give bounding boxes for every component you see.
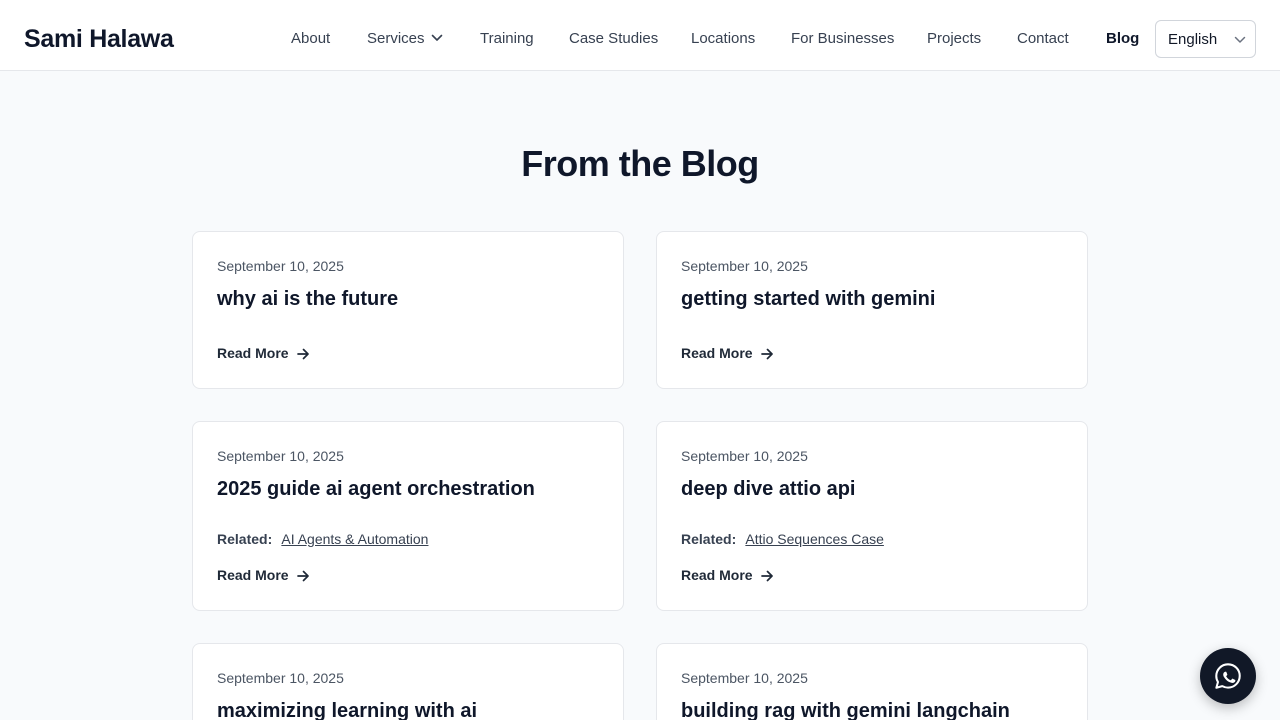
whatsapp-button[interactable]: [1200, 648, 1256, 704]
read-more-label: Read More: [217, 345, 289, 361]
read-more-link[interactable]: Read More: [681, 345, 774, 362]
arrow-right-icon: [296, 348, 309, 359]
related-row: Related: AI Agents & Automation: [217, 531, 428, 548]
blog-card: September 10, 2025 getting started with …: [656, 231, 1088, 389]
arrow-right-icon: [760, 348, 773, 359]
site-header: Sami Halawa About Services Training Case…: [0, 0, 1280, 71]
arrow-right-icon: [760, 570, 773, 581]
blog-card: September 10, 2025 deep dive attio api R…: [656, 421, 1088, 611]
related-row: Related: Attio Sequences Case: [681, 531, 884, 548]
arrow-right-icon: [296, 570, 309, 581]
post-date: September 10, 2025: [217, 448, 344, 464]
post-title[interactable]: getting started with gemini: [681, 287, 935, 311]
blog-card: September 10, 2025 2025 guide ai agent o…: [192, 421, 624, 611]
post-date: September 10, 2025: [217, 258, 344, 274]
nav-about[interactable]: About: [291, 30, 330, 48]
language-select[interactable]: English: [1155, 20, 1256, 58]
chevron-down-icon[interactable]: [431, 34, 443, 42]
read-more-label: Read More: [217, 567, 289, 583]
nav-blog[interactable]: Blog: [1106, 30, 1139, 48]
related-link[interactable]: AI Agents & Automation: [281, 531, 428, 547]
post-title[interactable]: 2025 guide ai agent orchestration: [217, 477, 535, 501]
read-more-link[interactable]: Read More: [681, 567, 774, 584]
nav-for-businesses[interactable]: For Businesses: [791, 30, 894, 48]
post-title[interactable]: why ai is the future: [217, 287, 398, 311]
language-select-value: English: [1168, 31, 1218, 48]
post-date: September 10, 2025: [217, 670, 344, 686]
post-date: September 10, 2025: [681, 448, 808, 464]
read-more-label: Read More: [681, 567, 753, 583]
blog-card: September 10, 2025 why ai is the future …: [192, 231, 624, 389]
read-more-label: Read More: [681, 345, 753, 361]
post-title[interactable]: deep dive attio api: [681, 477, 855, 501]
brand-logo[interactable]: Sami Halawa: [24, 24, 174, 54]
post-date: September 10, 2025: [681, 670, 808, 686]
post-title[interactable]: building rag with gemini langchain: [681, 699, 1010, 720]
page-title: From the Blog: [521, 143, 759, 184]
post-date: September 10, 2025: [681, 258, 808, 274]
related-link[interactable]: Attio Sequences Case: [745, 531, 884, 547]
post-title[interactable]: maximizing learning with ai: [217, 699, 477, 720]
blog-card: September 10, 2025 maximizing learning w…: [192, 643, 624, 720]
nav-locations[interactable]: Locations: [691, 30, 755, 48]
chevron-down-icon: [1234, 36, 1246, 43]
related-label: Related:: [681, 531, 737, 547]
nav-contact[interactable]: Contact: [1017, 30, 1069, 48]
read-more-link[interactable]: Read More: [217, 567, 310, 584]
nav-training[interactable]: Training: [480, 30, 534, 48]
nav-case-studies[interactable]: Case Studies: [569, 30, 658, 48]
nav-services[interactable]: Services: [367, 30, 425, 48]
whatsapp-icon: [1215, 663, 1241, 689]
read-more-link[interactable]: Read More: [217, 345, 310, 362]
nav-projects[interactable]: Projects: [927, 30, 981, 48]
related-label: Related:: [217, 531, 273, 547]
blog-card: September 10, 2025 building rag with gem…: [656, 643, 1088, 720]
